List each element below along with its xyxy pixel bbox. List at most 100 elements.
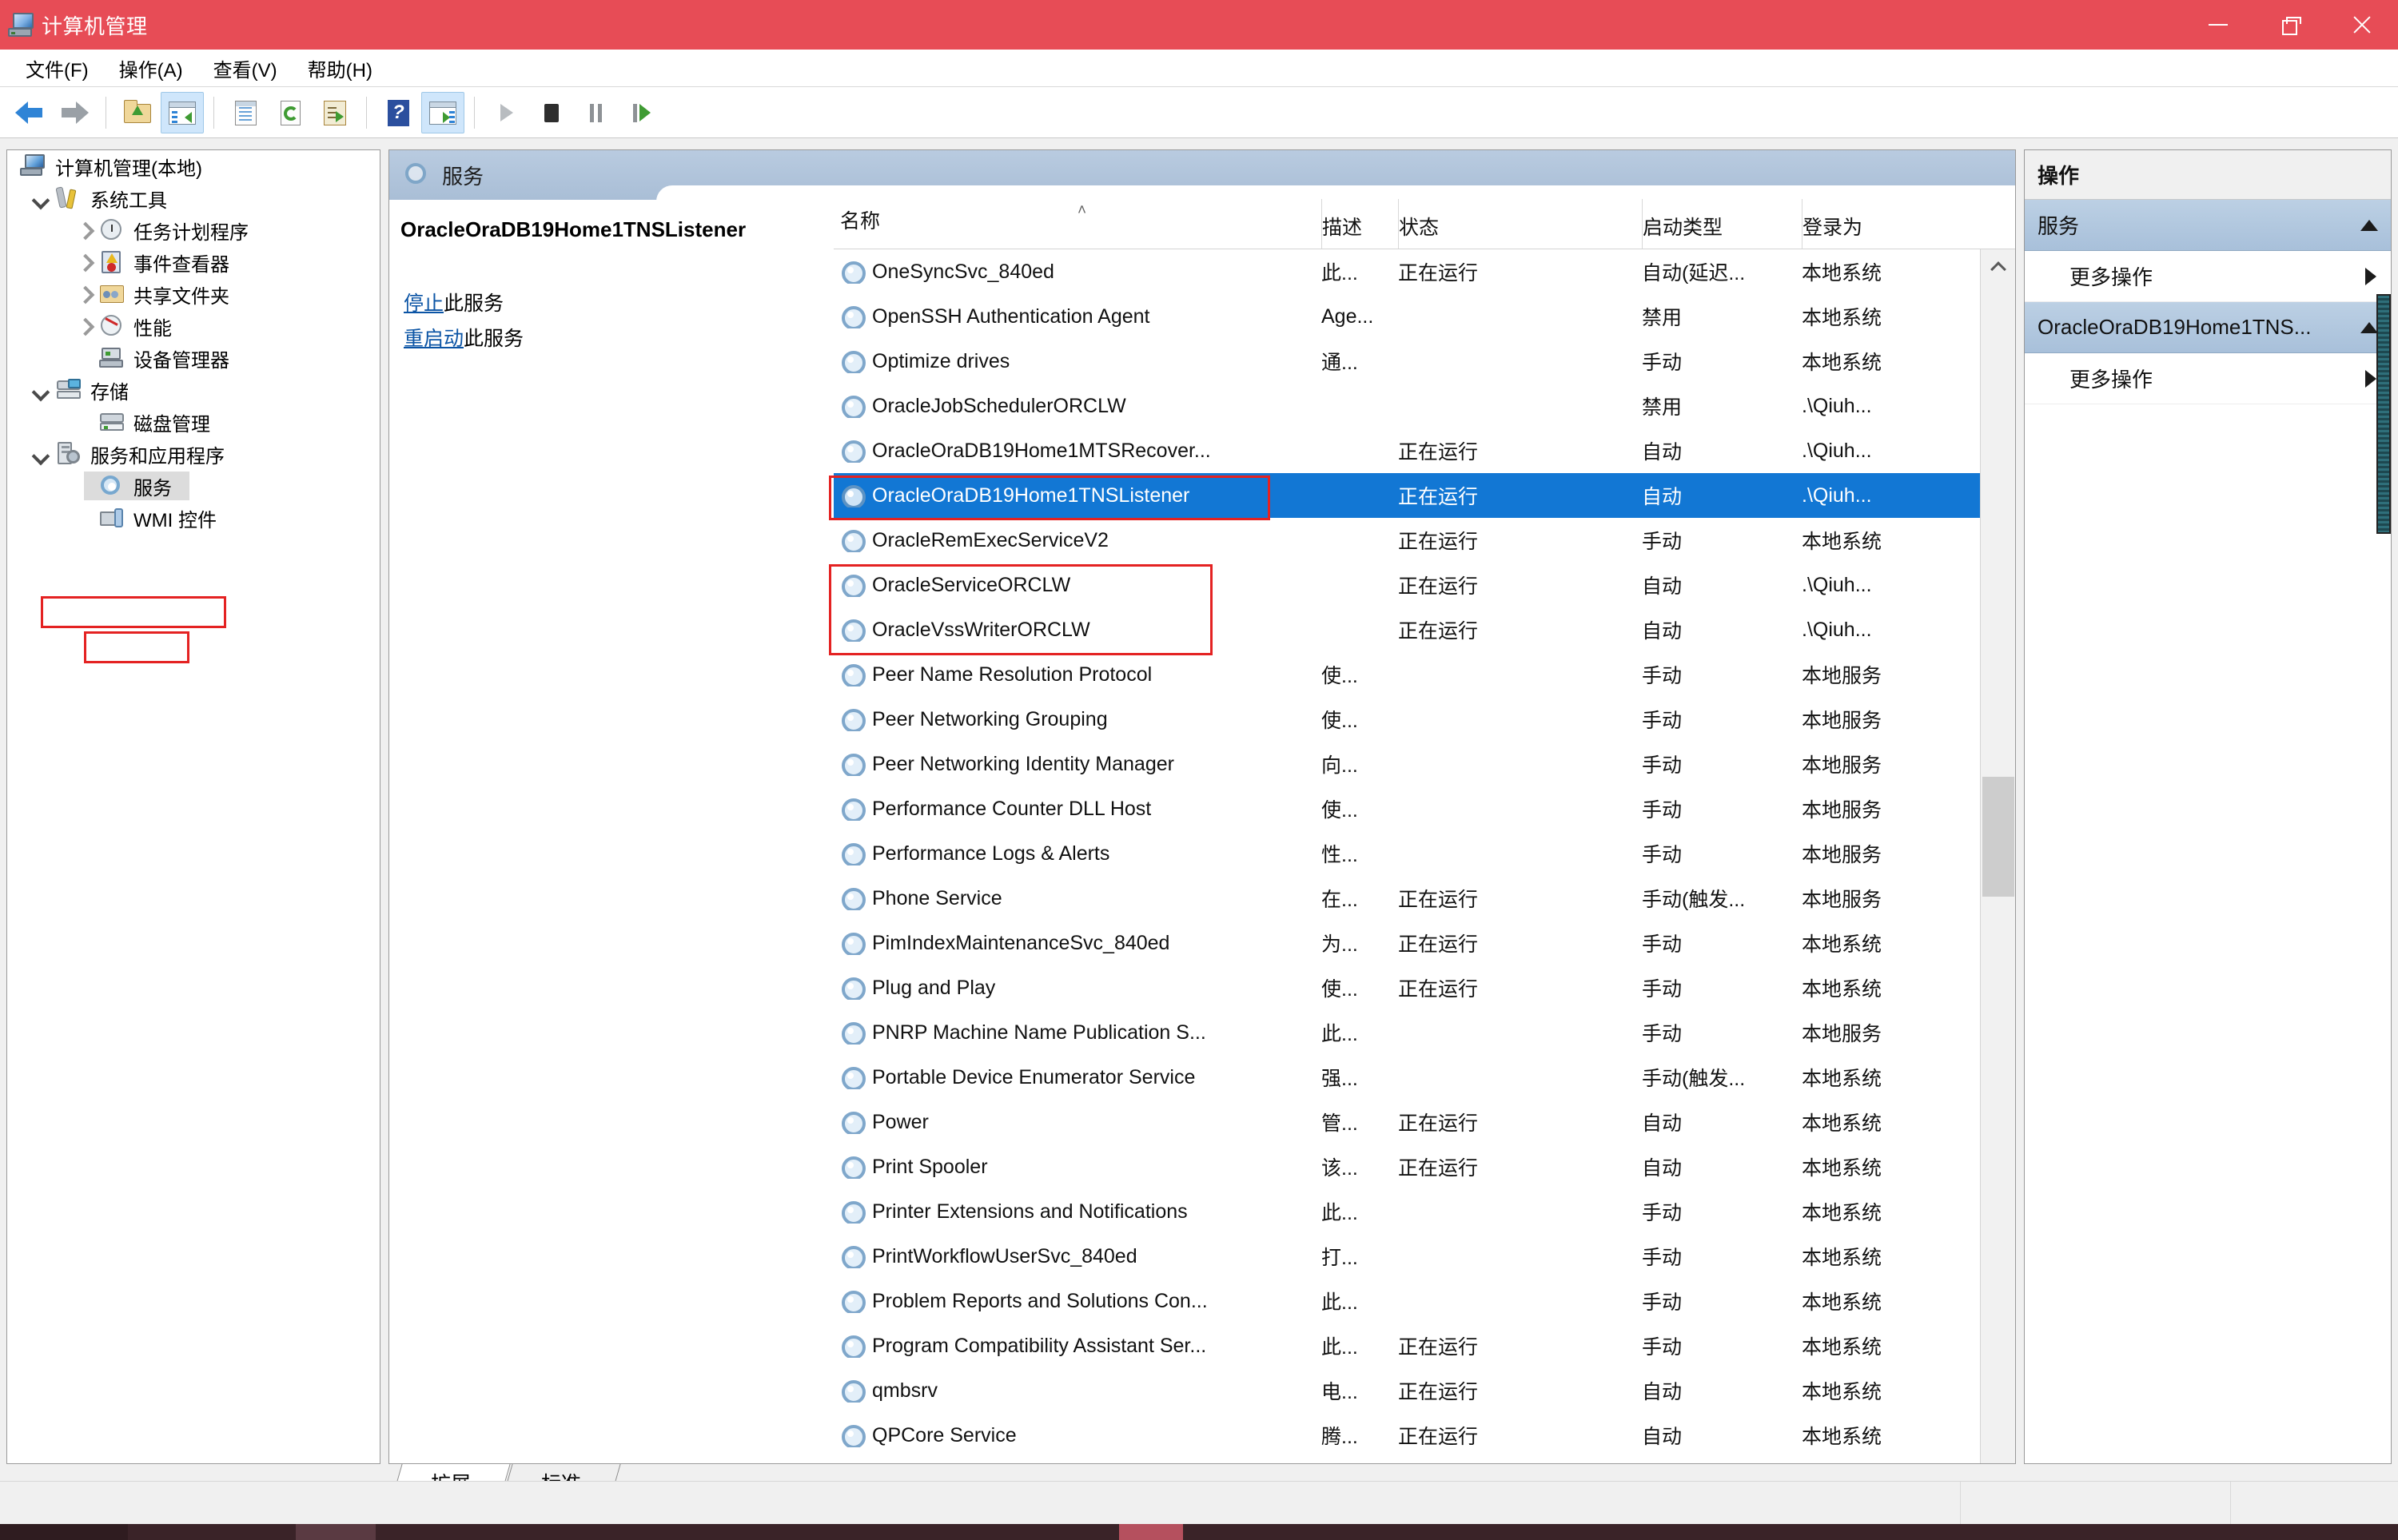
table-row[interactable]: Performance Logs & Alerts 性... 手动 本地服务 <box>834 831 2015 876</box>
table-row[interactable]: OracleOraDB19Home1MTSRecover... 正在运行 自动 .\Q… <box>834 428 2015 473</box>
table-row[interactable]: OracleServiceORCLW 正在运行 自动 .\Qiuh... <box>834 563 2015 607</box>
actions-more-actions-services[interactable]: 更多操作 <box>2025 251 2391 302</box>
scroll-up-button[interactable] <box>1981 249 2015 285</box>
back-button[interactable] <box>8 92 51 133</box>
table-row[interactable]: Phone Service 在... 正在运行 手动(触发... 本地服务 <box>834 876 2015 921</box>
table-row[interactable]: OracleOraDB19Home1TNSListener 正在运行 自动 .\Qiu… <box>834 473 2015 518</box>
tree-item-1[interactable]: 任务计划程序 <box>7 214 380 246</box>
stop-service-button[interactable] <box>529 92 572 133</box>
cell-name: Phone Service <box>872 886 1002 909</box>
minimize-button[interactable] <box>2182 0 2254 50</box>
menu-help[interactable]: 帮助(H) <box>295 51 385 86</box>
stop-service-link[interactable]: 停止此服务 <box>404 288 524 316</box>
table-row[interactable]: Peer Networking Identity Manager 向... 手动 本地… <box>834 742 2015 786</box>
service-gear-icon <box>404 161 431 189</box>
table-row[interactable]: OneSyncSvc_840ed 此... 正在运行 自动(延迟... 本地系统 <box>834 249 2015 294</box>
maximize-button[interactable] <box>2254 0 2326 50</box>
chevron-right-icon[interactable] <box>71 249 98 276</box>
export-list-button[interactable] <box>313 92 357 133</box>
column-header-status[interactable]: 状态 <box>1398 199 1642 249</box>
chevron-right-icon[interactable] <box>71 217 98 244</box>
tree-item-2[interactable]: 事件查看器 <box>7 246 380 278</box>
table-row[interactable]: OracleVssWriterORCLW 正在运行 自动 .\Qiuh... <box>834 607 2015 652</box>
menu-action[interactable]: 操作(A) <box>106 51 196 86</box>
start-service-button[interactable] <box>484 92 528 133</box>
cell-name: OracleOraDB19Home1TNSListener <box>872 483 1190 507</box>
cell-name: PNRP Machine Name Publication S... <box>872 1021 1206 1044</box>
table-row[interactable]: PrintWorkflowUserSvc_840ed 打... 手动 本地系统 <box>834 1234 2015 1279</box>
tree-item-8[interactable]: 服务和应用程序 <box>7 438 380 470</box>
tree-item-9[interactable]: 服务 <box>7 470 380 502</box>
tree-item-6[interactable]: 存储 <box>7 374 380 406</box>
table-row[interactable]: OpenSSH Authentication Agent Age... 禁用 本地系统 <box>834 294 2015 339</box>
chevron-right-icon[interactable] <box>71 281 98 308</box>
actions-group-selected-service[interactable]: OracleOraDB19Home1TNS... <box>2025 302 2391 353</box>
column-header-name[interactable]: ˄ 名称 <box>834 199 1321 249</box>
chevron-down-icon[interactable] <box>28 376 55 404</box>
device-icon <box>98 345 125 371</box>
up-folder-button[interactable] <box>116 92 159 133</box>
actions-more-actions-selected-service[interactable]: 更多操作 <box>2025 353 2391 404</box>
cell-status: 正在运行 <box>1398 978 1479 1001</box>
wmi-icon <box>98 505 125 531</box>
cell-description: 为... <box>1321 933 1358 956</box>
table-row[interactable]: OracleJobSchedulerORCLW 禁用 .\Qiuh... <box>834 384 2015 428</box>
pause-service-button[interactable] <box>574 92 617 133</box>
show-hide-console-tree-button[interactable] <box>161 91 204 133</box>
table-row[interactable]: Plug and Play 使... 正在运行 手动 本地系统 <box>834 965 2015 1010</box>
tree-item-label: 事件查看器 <box>133 253 229 276</box>
table-row[interactable]: Peer Name Resolution Protocol 使... 手动 本地服务 <box>834 652 2015 697</box>
console-tree-pane[interactable]: 计算机管理(本地) 系统工具 任务计划程序事件查看器 共享文件夹 性能 设备管理器 存储磁… <box>6 149 380 1464</box>
table-row[interactable]: QPCore Service 腾... 正在运行 自动 本地系统 <box>834 1413 2015 1458</box>
table-row[interactable]: Program Compatibility Assistant Ser... 此.… <box>834 1323 2015 1368</box>
service-gear-icon <box>840 1289 866 1313</box>
chevron-down-icon[interactable] <box>28 185 55 212</box>
cell-startup-type: 禁用 <box>1642 307 1683 329</box>
restart-service-button[interactable] <box>619 92 662 133</box>
cell-startup-type: 手动(触发... <box>1642 889 1746 911</box>
tree-root-item[interactable]: 计算机管理(本地) <box>7 150 380 182</box>
refresh-button[interactable] <box>269 92 312 133</box>
show-hide-action-pane-button[interactable] <box>421 91 464 133</box>
services-list-scrollbar[interactable] <box>1980 249 2015 1463</box>
close-button[interactable] <box>2326 0 2398 50</box>
tree-item-7[interactable]: 磁盘管理 <box>7 406 380 438</box>
window-titlebar: 计算机管理 <box>0 0 2398 50</box>
menu-view[interactable]: 查看(V) <box>201 51 290 86</box>
table-row[interactable]: Printer Extensions and Notifications 此...… <box>834 1189 2015 1234</box>
scrollbar-thumb[interactable] <box>1982 777 2014 897</box>
table-row[interactable]: QQLiveService腾...手动本地系统 <box>834 1458 2015 1463</box>
column-header-log-on-as[interactable]: 登录为 <box>1802 199 1946 249</box>
table-row[interactable]: Peer Networking Grouping 使... 手动 本地服务 <box>834 697 2015 742</box>
menu-file[interactable]: 文件(F) <box>13 51 102 86</box>
tree-item-5[interactable]: 设备管理器 <box>7 342 380 374</box>
table-row[interactable]: qmbsrv 电... 正在运行 自动 本地系统 <box>834 1368 2015 1413</box>
table-row[interactable]: Performance Counter DLL Host 使... 手动 本地服务 <box>834 786 2015 831</box>
tree-item-0[interactable]: 系统工具 <box>7 182 380 214</box>
forward-button[interactable] <box>53 92 96 133</box>
chevron-down-icon[interactable] <box>28 440 55 468</box>
table-row[interactable]: PNRP Machine Name Publication S... 此... 手动… <box>834 1010 2015 1055</box>
tree-item-10[interactable]: WMI 控件 <box>7 502 380 534</box>
cell-name: OracleOraDB19Home1MTSRecover... <box>872 439 1211 462</box>
table-row[interactable]: PimIndexMaintenanceSvc_840ed 为... 正在运行 手动 本地… <box>834 921 2015 965</box>
table-row[interactable]: Print Spooler 该... 正在运行 自动 本地系统 <box>834 1144 2015 1189</box>
properties-button[interactable] <box>224 92 267 133</box>
column-header-startup-type[interactable]: 启动类型 <box>1642 199 1802 249</box>
help-button[interactable]: ? <box>376 92 420 133</box>
table-row[interactable]: OracleRemExecServiceV2 正在运行 手动 本地系统 <box>834 518 2015 563</box>
column-header-description[interactable]: 描述 <box>1321 199 1398 249</box>
restart-service-link[interactable]: 重启动此服务 <box>404 323 524 352</box>
chevron-right-icon[interactable] <box>71 312 98 340</box>
menu-bar: 文件(F) 操作(A) 查看(V) 帮助(H) <box>0 50 2398 87</box>
content-area: 计算机管理(本地) 系统工具 任务计划程序事件查看器 共享文件夹 性能 设备管理器 存储磁… <box>0 138 2398 1501</box>
table-row[interactable]: Optimize drives 通... 手动 本地系统 <box>834 339 2015 384</box>
actions-pane-scrollbar[interactable] <box>2376 294 2391 534</box>
table-row[interactable]: Portable Device Enumerator Service 强... 手动… <box>834 1055 2015 1100</box>
tree-item-3[interactable]: 共享文件夹 <box>7 278 380 310</box>
tree-item-4[interactable]: 性能 <box>7 310 380 342</box>
actions-group-services[interactable]: 服务 <box>2025 200 2391 251</box>
table-row[interactable]: Power 管... 正在运行 自动 本地系统 <box>834 1100 2015 1144</box>
table-row[interactable]: Problem Reports and Solutions Con... 此...… <box>834 1279 2015 1323</box>
service-gear-icon <box>840 573 866 597</box>
